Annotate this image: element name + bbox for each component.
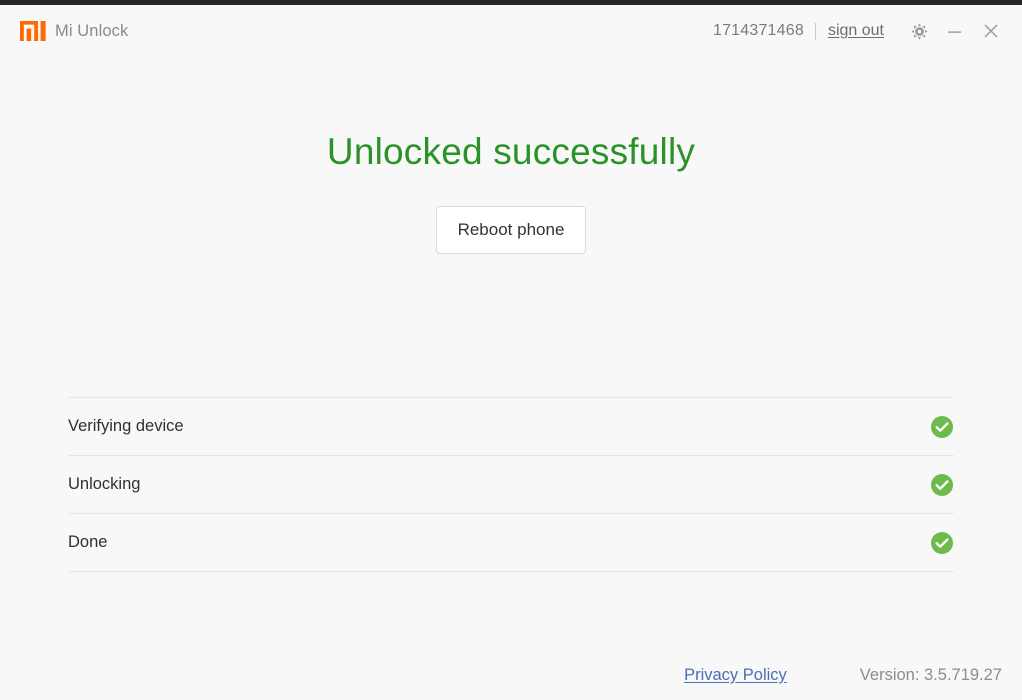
check-circle-icon (930, 415, 954, 439)
account-id: 1714371468 (712, 22, 804, 39)
step-row: Done (68, 513, 954, 572)
status-headline: Unlocked successfully (326, 131, 696, 172)
reboot-phone-button[interactable]: Reboot phone (435, 206, 587, 254)
brand: Mi Unlock (20, 21, 128, 41)
check-circle-icon (930, 531, 954, 555)
titlebar: Mi Unlock 1714371468 sign out (0, 5, 1022, 57)
footer: Privacy Policy Version: 3.5.719.27 (0, 660, 1022, 690)
mi-unlock-window: Mi Unlock 1714371468 sign out Unlocked s… (0, 0, 1022, 700)
check-circle-icon (930, 473, 954, 497)
sign-out-link[interactable]: sign out (828, 22, 884, 40)
step-label: Verifying device (68, 417, 184, 435)
step-label: Unlocking (68, 475, 141, 493)
app-title: Mi Unlock (55, 21, 129, 40)
titlebar-controls: 1714371468 sign out (713, 22, 1000, 41)
close-icon[interactable] (982, 22, 1000, 40)
divider (814, 22, 816, 40)
minimize-icon[interactable] (946, 23, 963, 40)
mi-logo (20, 21, 46, 41)
step-row: Unlocking (68, 455, 954, 513)
reboot-button-wrap: Reboot phone (0, 206, 1022, 254)
version-label: Version: 3.5.719.27 (859, 665, 1002, 684)
privacy-policy-link[interactable]: Privacy Policy (684, 666, 787, 685)
step-label: Done (68, 533, 108, 551)
progress-steps: Verifying device Unlocking Done (68, 397, 954, 572)
step-row: Verifying device (68, 397, 954, 455)
gear-icon[interactable] (910, 22, 929, 41)
